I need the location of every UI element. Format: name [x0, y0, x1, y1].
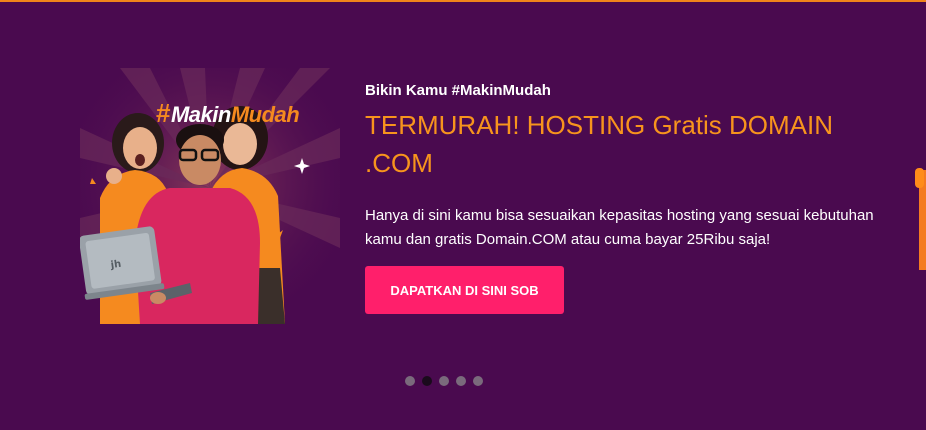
carousel-dot-4[interactable] — [456, 376, 466, 386]
promo-image: jh #MakinMudah — [80, 68, 340, 324]
next-slide-icon — [915, 168, 924, 188]
carousel-dots — [405, 376, 483, 386]
headline: TERMURAH! HOSTING Gratis DOMAIN .COM — [365, 110, 834, 178]
carousel-dot-5[interactable] — [473, 376, 483, 386]
cta-button[interactable]: DAPATKAN DI SINI SOB — [365, 266, 564, 314]
carousel-dot-2[interactable] — [422, 376, 432, 386]
description: Hanya di sini kamu bisa sesuaikan kepasi… — [365, 204, 926, 256]
carousel-dot-1[interactable] — [405, 376, 415, 386]
carousel-dot-3[interactable] — [439, 376, 449, 386]
makin-mudah-logo: #MakinMudah — [156, 98, 300, 128]
description-line-2: kamu dan gratis Domain.COM atau cuma bay… — [365, 231, 771, 248]
laptop-logo: jh — [109, 259, 122, 271]
top-border — [0, 0, 926, 2]
description-line-1: Hanya di sini kamu bisa sesuaikan kepasi… — [365, 207, 874, 224]
tagline: Bikin Kamu #MakinMudah — [365, 82, 551, 99]
next-slide-peek[interactable] — [915, 168, 926, 270]
